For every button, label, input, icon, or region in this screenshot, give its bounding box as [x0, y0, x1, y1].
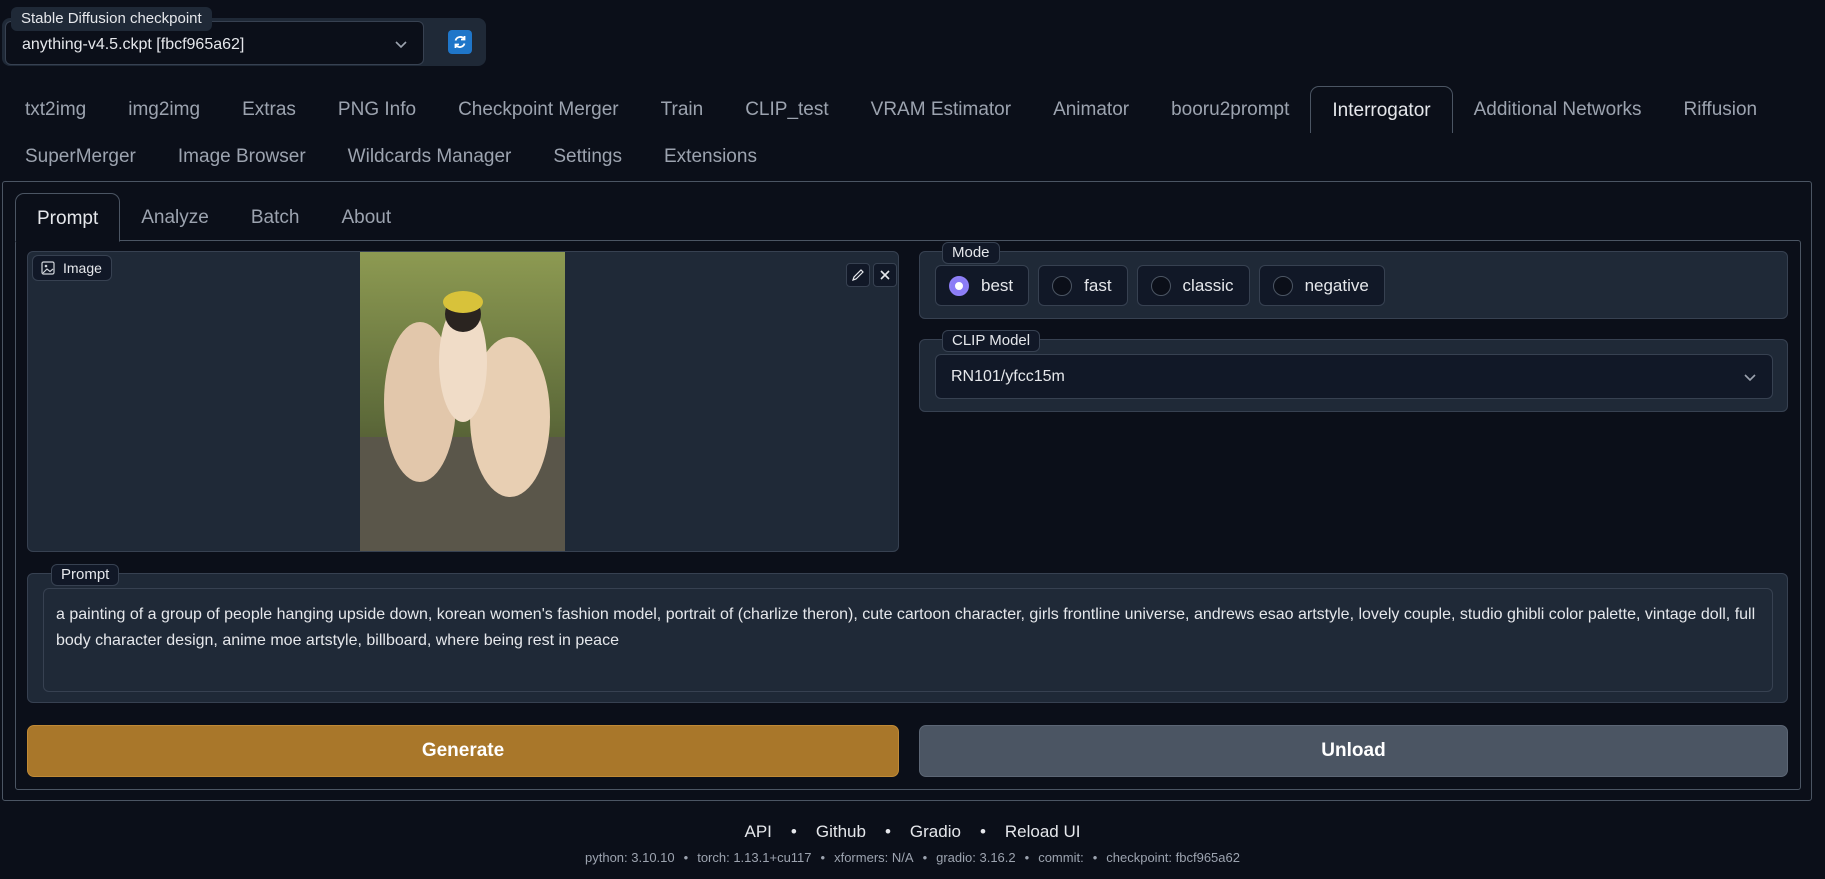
pencil-icon: [852, 269, 864, 281]
clip-model-label: CLIP Model: [942, 330, 1041, 352]
chevron-down-icon: [395, 41, 407, 49]
tab-image-browser[interactable]: Image Browser: [157, 133, 327, 180]
radio-icon: [1272, 275, 1293, 296]
version-checkpoint: checkpoint: fbcf965a62: [1106, 850, 1240, 865]
refresh-icon: [454, 36, 466, 48]
footer-link-api[interactable]: API: [745, 822, 772, 842]
bullet-separator: •: [683, 850, 689, 865]
tab-txt2img[interactable]: txt2img: [4, 86, 107, 133]
tab-png-info[interactable]: PNG Info: [317, 86, 437, 133]
radio-icon: [1052, 275, 1073, 296]
tab-wildcards-manager[interactable]: Wildcards Manager: [327, 133, 533, 180]
mode-option-label: fast: [1084, 275, 1112, 295]
main-tab-bar: txt2img img2img Extras PNG Info Checkpoi…: [4, 86, 1814, 180]
unload-button[interactable]: Unload: [919, 725, 1788, 777]
version-commit: commit:: [1038, 850, 1084, 865]
version-gradio: gradio: 3.16.2: [936, 850, 1016, 865]
footer-link-gradio[interactable]: Gradio: [910, 822, 961, 842]
footer-version-info: python: 3.10.10 • torch: 1.13.1+cu117 • …: [0, 850, 1825, 865]
prompt-label: Prompt: [51, 564, 120, 586]
prompt-textarea[interactable]: a painting of a group of people hanging …: [43, 588, 1773, 692]
sub-tab-bar: Prompt Analyze Batch About: [15, 193, 412, 242]
image-input[interactable]: Image: [27, 251, 899, 552]
checkpoint-label: Stable Diffusion checkpoint: [11, 7, 212, 31]
uploaded-image: [360, 252, 565, 551]
image-label: Image: [63, 260, 102, 276]
tab-vram-estimator[interactable]: VRAM Estimator: [850, 86, 1032, 133]
mode-option-label: best: [981, 275, 1014, 295]
bullet-separator: •: [884, 822, 891, 841]
mode-option-label: negative: [1304, 275, 1369, 295]
tab-extras[interactable]: Extras: [221, 86, 317, 133]
tab-extensions[interactable]: Extensions: [643, 133, 778, 180]
version-torch: torch: 1.13.1+cu117: [697, 850, 812, 865]
radio-icon: [1150, 275, 1171, 296]
chevron-down-icon: [1744, 374, 1756, 382]
mode-option-fast[interactable]: fast: [1038, 265, 1128, 306]
image-icon: [41, 261, 55, 275]
tab-settings[interactable]: Settings: [532, 133, 643, 180]
mode-option-negative[interactable]: negative: [1258, 265, 1385, 306]
version-python: python: 3.10.10: [585, 850, 675, 865]
bullet-separator: •: [790, 822, 797, 841]
image-label-tag: Image: [32, 255, 112, 281]
tab-checkpoint-merger[interactable]: Checkpoint Merger: [437, 86, 640, 133]
tab-img2img[interactable]: img2img: [107, 86, 221, 133]
tab-additional-networks[interactable]: Additional Networks: [1453, 86, 1663, 133]
mode-radio-group: best fast classic negative: [935, 265, 1385, 306]
mode-option-label: classic: [1182, 275, 1234, 295]
tab-supermerger[interactable]: SuperMerger: [4, 133, 157, 180]
edit-image-button[interactable]: [846, 263, 870, 287]
mode-group: best fast classic negative: [919, 251, 1788, 319]
subtab-analyze[interactable]: Analyze: [120, 193, 230, 242]
subtab-about[interactable]: About: [320, 193, 412, 242]
footer-link-reload-ui[interactable]: Reload UI: [1005, 822, 1081, 842]
version-xformers: xformers: N/A: [834, 850, 914, 865]
mode-option-classic[interactable]: classic: [1136, 265, 1250, 306]
footer-links: API • Github • Gradio • Reload UI: [0, 822, 1825, 842]
refresh-button[interactable]: [448, 30, 472, 54]
tab-animator[interactable]: Animator: [1032, 86, 1150, 133]
bullet-separator: •: [1024, 850, 1030, 865]
bullet-separator: •: [820, 850, 826, 865]
bullet-separator: •: [1092, 850, 1098, 865]
generate-button[interactable]: Generate: [27, 725, 899, 777]
mode-option-best[interactable]: best: [935, 265, 1030, 306]
footer-link-github[interactable]: Github: [816, 822, 866, 842]
clear-image-button[interactable]: [873, 263, 897, 287]
tab-interrogator[interactable]: Interrogator: [1310, 86, 1453, 133]
tab-train[interactable]: Train: [640, 86, 725, 133]
bullet-separator: •: [922, 850, 928, 865]
tab-clip-test[interactable]: CLIP_test: [724, 86, 849, 133]
tab-booru2prompt[interactable]: booru2prompt: [1150, 86, 1310, 133]
radio-selected-icon: [949, 275, 969, 296]
clip-model-dropdown[interactable]: RN101/yfcc15m: [935, 354, 1773, 399]
subtab-prompt[interactable]: Prompt: [15, 193, 121, 242]
subtab-batch[interactable]: Batch: [230, 193, 321, 242]
tab-riffusion[interactable]: Riffusion: [1663, 86, 1779, 133]
clip-model-group: RN101/yfcc15m: [919, 339, 1788, 412]
checkpoint-value: anything-v4.5.ckpt [fbcf965a62]: [22, 36, 245, 53]
prompt-group: a painting of a group of people hanging …: [27, 573, 1788, 703]
mode-label: Mode: [942, 242, 1000, 264]
clip-model-value: RN101/yfcc15m: [951, 368, 1065, 385]
bullet-separator: •: [979, 822, 986, 841]
close-icon: [880, 270, 890, 280]
